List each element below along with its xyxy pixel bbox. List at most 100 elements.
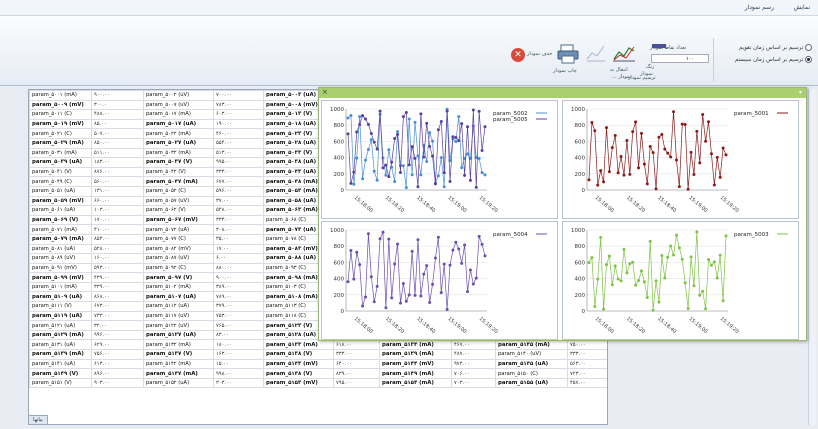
table-row[interactable]: param_۵۱۴۹ (V) ۸۹۶.۰۰ param_۵۱۴۷ (mA) ۹۹۸.۰… (29, 368, 607, 379)
param-value-cell[interactable]: ۷۵۶.۰۰ (91, 349, 144, 360)
param-value-cell[interactable]: ۱۵.۰۰ (213, 358, 264, 370)
param-name-cell[interactable]: param_۵۰۰۲ (uV) (143, 90, 214, 101)
param-name-cell[interactable]: param_۵۰۳۷ (V) (143, 157, 214, 168)
param-name-cell[interactable]: param_۵۱۴۹ (V) (29, 368, 92, 379)
param-name-cell[interactable]: param_۵۰۸۷ (uV) (143, 253, 214, 264)
param-value-cell[interactable]: ۳۷.۰۰ (213, 195, 264, 207)
param-name-cell[interactable]: param_۵۱۳۳ (mA) (263, 339, 334, 351)
param-name-cell[interactable]: param_۵۱۴۰ (uV) (495, 349, 568, 360)
param-name-cell[interactable]: param_۵۱۴۲ (mA) (143, 358, 214, 370)
param-value-cell[interactable]: ۸۷۶.۰۰ (91, 166, 144, 178)
param-name-cell[interactable]: param_۵۱۱۹ (uA) (29, 310, 92, 322)
param-name-cell[interactable]: param_۵۱۳۷ (V) (143, 349, 214, 360)
table-row[interactable]: param_۵۱۵۱ (V) ۹۰۳.۰۰ param_۵۱۵۲ (uA) ۳۰۳.۰… (29, 377, 607, 389)
tab-view[interactable]: نمایش (794, 4, 810, 11)
table-row[interactable]: param_۵۱۳۱ (uA) ۶۲۹.۰۰ param_۵۱۳۲ (mA) ۱۸۰.… (29, 339, 607, 351)
param-name-cell[interactable]: param_۵۰۶۲ (V) (143, 205, 214, 216)
param-value-cell[interactable]: ۳۳۳.۰۰ (213, 166, 264, 178)
param-name-cell[interactable]: param_۵۱۳۴ (mA) (379, 339, 452, 351)
param-name-cell[interactable]: param_۵۱۴۵ (uA) (495, 358, 568, 370)
param-name-cell[interactable]: param_۵۰۵۲ (C) (143, 185, 214, 197)
param-name-cell[interactable]: param_۵۰۳۱ (mA) (29, 147, 92, 159)
param-value-cell[interactable]: ۷۰۰.۰۰ (213, 90, 264, 101)
param-name-cell[interactable]: param_۵۱۵۴ (mA) (379, 377, 452, 389)
param-value-cell[interactable]: ۸۸۰.۰۰ (213, 262, 264, 274)
param-name-cell[interactable]: param_۵۰۹۹ (mV) (29, 272, 92, 283)
param-name-cell[interactable]: param_۵۱۰۱ (mA) (29, 281, 92, 293)
param-value-cell[interactable]: ۱۷۰.۰۰ (91, 214, 144, 226)
param-value-cell[interactable]: ۶۷۳.۰۰ (91, 301, 144, 312)
param-value-cell[interactable]: ۱۸۳.۰۰ (91, 157, 144, 168)
param-name-cell[interactable]: param_۵۱۳۸ (V) (263, 349, 334, 360)
param-value-cell[interactable]: ۱۸۰.۰۰ (213, 339, 264, 351)
param-name-cell[interactable]: param_۵۰۰۷ (uV) (143, 99, 214, 111)
param-name-cell[interactable]: param_۵۰۷۹ (mA) (29, 233, 92, 245)
param-value-cell[interactable]: ۷۸۹.۰۰ (213, 291, 264, 303)
param-name-cell[interactable]: param_۵۰۳۹ (uA) (29, 157, 92, 168)
param-value-cell[interactable]: ۵۲۸.۰۰ (91, 243, 144, 255)
param-name-cell[interactable]: param_۵۰۱۹ (mV) (29, 118, 92, 130)
param-value-cell[interactable]: ۵۵۴.۰۰ (213, 137, 264, 149)
param-value-cell[interactable]: ۶۷۷.۰۰ (213, 176, 264, 187)
param-value-cell[interactable]: ۹۹۸.۰۰ (213, 368, 264, 379)
param-value-cell[interactable]: ۴۸۸.۰۰ (91, 109, 144, 120)
param-name-cell[interactable]: param_۵۱۳۲ (mA) (143, 339, 214, 351)
param-value-cell[interactable]: ۶۲۹.۰۰ (91, 339, 144, 351)
param-name-cell[interactable]: param_۵۱۲۷ (uA) (143, 329, 214, 341)
param-name-cell[interactable]: param_۵۱۳۵ (mA) (495, 339, 568, 351)
points-input[interactable]: ۱۰۰ (651, 54, 709, 63)
param-name-cell[interactable]: param_۵۰۶۷ (mV) (143, 214, 214, 226)
param-value-cell[interactable]: ۳۳۳.۰۰ (333, 349, 380, 360)
param-value-cell[interactable]: ۸۳۹.۰۰ (333, 368, 380, 379)
param-value-cell[interactable]: ۳۰۳.۰۰ (213, 377, 264, 389)
tab-draw-chart[interactable]: رسم نمودار (745, 4, 774, 11)
param-value-cell[interactable]: ۶۱۳.۰۰ (91, 358, 144, 370)
param-name-cell[interactable]: param_۵۱۵۰ (C) (495, 368, 568, 379)
param-value-cell[interactable]: ۸۵۰.۰۰ (91, 137, 144, 149)
param-name-cell[interactable]: param_۵۱۵۳ (mV) (263, 377, 334, 389)
radio-calendar-time[interactable]: ترسیم بر اساس زمان تقویم (717, 44, 812, 51)
param-value-cell[interactable]: ۷۲۳.۰۰ (567, 368, 607, 379)
radio-icon[interactable] (805, 44, 812, 51)
param-value-cell[interactable]: ۹۰۳.۰۰ (91, 377, 144, 389)
param-value-cell[interactable]: ۳۰۰.۰ (91, 99, 144, 111)
param-name-cell[interactable]: param_۵۰۲۹ (mA) (29, 137, 92, 149)
chart-panel-1[interactable]: 0 200 400 600 800 1000 15:18:00 15:18:20 15:18:4… (321, 100, 558, 219)
param-value-cell[interactable]: ۵۶۳.۰۰ (567, 358, 607, 370)
param-name-cell[interactable]: param_۵۰۵۹ (mV) (29, 195, 92, 207)
param-value-cell[interactable]: ۵۹۶.۰۰ (213, 185, 264, 197)
param-value-cell[interactable]: ۶۱۸.۰۰ (333, 339, 380, 351)
param-name-cell[interactable]: param_۵۰۱۷ (mA) (143, 109, 214, 120)
param-name-cell[interactable]: param_۵۱۳۱ (uA) (29, 339, 92, 351)
param-value-cell[interactable]: ۴۵۷.۰۰ (567, 377, 607, 389)
param-name-cell[interactable]: param_۵۰۷۱ (mA) (29, 224, 92, 235)
param-value-cell[interactable]: ۳۵.۰۰ (213, 233, 264, 245)
param-value-cell[interactable]: ۶۴۰.۰۰ (333, 358, 380, 370)
param-name-cell[interactable]: param_۵۰۷۲ (uA) (143, 224, 214, 235)
param-name-cell[interactable]: param_۵۰۳۲ (mA) (143, 147, 214, 159)
delete-chart-icon[interactable]: ✕ (511, 48, 525, 62)
param-value-cell[interactable]: ۷۰۳.۰۰ (451, 377, 496, 389)
param-name-cell[interactable]: param_۵۱۲۹ (mA) (29, 329, 92, 341)
sheet-tab[interactable]: بیانها (28, 415, 48, 425)
param-value-cell[interactable]: ۵۰۷.۰۰ (91, 128, 144, 139)
param-name-cell[interactable]: param_۵۱۴۴ (mV) (379, 358, 452, 370)
param-name-cell[interactable]: param_۵۱۴۳ (mV) (263, 358, 334, 370)
param-value-cell[interactable]: ۷۳۳.۰۰ (91, 310, 144, 322)
param-value-cell[interactable]: ۹۷۳.۰۰ (451, 358, 496, 370)
param-value-cell[interactable]: ۸۶۸.۰۰ (91, 291, 144, 303)
param-value-cell[interactable]: ۷۶۵.۰۰ (213, 320, 264, 331)
param-name-cell[interactable]: param_۵۱۵۵ (uA) (495, 377, 568, 389)
table-row[interactable]: param_۵۱۳۹ (mA) ۷۵۶.۰۰ param_۵۱۳۷ (V) ۱۶۳.۰… (29, 349, 607, 360)
param-value-cell[interactable]: ۳۲.۰۰ (91, 320, 144, 331)
color-swatch[interactable] (652, 44, 666, 48)
param-value-cell[interactable]: ۱۶۰.۰۰ (91, 253, 144, 264)
param-value-cell[interactable]: ۴۸۷.۰۰ (451, 349, 496, 360)
delete-chart-label[interactable]: حذف نمودار (527, 51, 552, 57)
param-name-cell[interactable]: param_۵۰۰۹ (mV) (29, 99, 92, 111)
param-value-cell[interactable]: ۸۳.۰۰ (213, 329, 264, 341)
param-name-cell[interactable]: param_۵۱۰۷ (uA) (143, 291, 214, 303)
param-value-cell[interactable]: ۵۹۳.۰۰ (91, 262, 144, 274)
param-name-cell[interactable]: param_۵۱۲۱ (uA) (29, 320, 92, 331)
param-value-cell[interactable]: ۵۶۰.۰۰ (91, 176, 144, 187)
